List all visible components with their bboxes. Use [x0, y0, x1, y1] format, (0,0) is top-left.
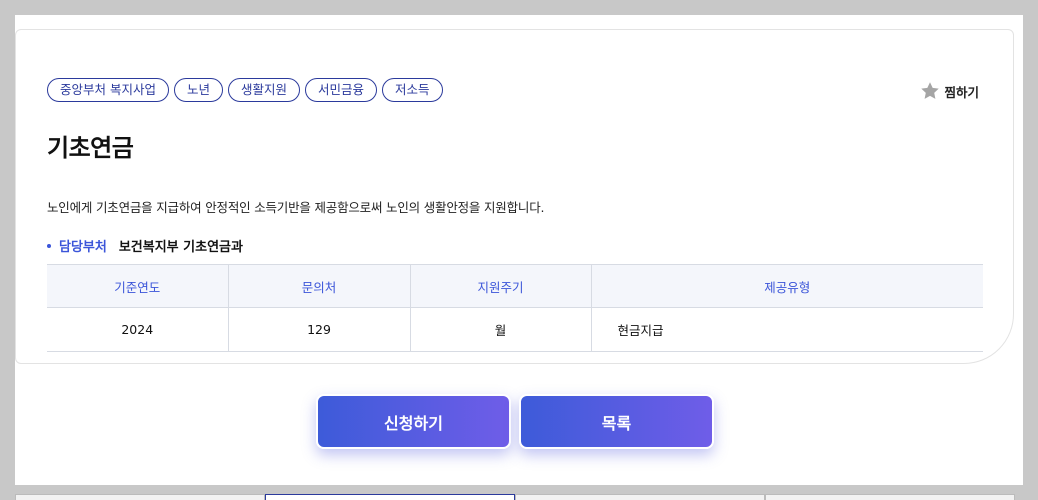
- info-table: 기준연도 문의처 지원주기 제공유형 2024 129 월 현금지급: [47, 264, 983, 352]
- cell-contact: 129: [227, 307, 410, 352]
- header-provision-type: 제공유형: [590, 264, 983, 308]
- page-container: 중앙부처 복지사업 노년 생활지원 서민금융 저소득 찜하기 기초연금 노인에게…: [15, 15, 1023, 485]
- list-button[interactable]: 목록: [519, 394, 714, 449]
- bottom-tab[interactable]: [765, 494, 1015, 500]
- bottom-tab-active[interactable]: [265, 494, 515, 500]
- department-info: 담당부처 보건복지부 기초연금과: [47, 236, 243, 255]
- header-base-year: 기준연도: [47, 264, 228, 308]
- tag-living-support[interactable]: 생활지원: [228, 78, 301, 102]
- tag-list: 중앙부처 복지사업 노년 생활지원 서민금융 저소득: [47, 78, 443, 102]
- service-description: 노인에게 기초연금을 지급하여 안정적인 소득기반을 제공함으로써 노인의 생활…: [47, 200, 545, 215]
- table-row: 2024 129 월 현금지급: [47, 307, 983, 352]
- bottom-tab[interactable]: [15, 494, 265, 500]
- bottom-tab-strip: [15, 494, 1015, 500]
- header-support-cycle: 지원주기: [409, 264, 591, 308]
- action-buttons: 신청하기 목록: [316, 394, 714, 449]
- tag-central-welfare[interactable]: 중앙부처 복지사업: [47, 78, 169, 102]
- favorite-button[interactable]: 찜하기: [919, 80, 979, 102]
- bullet-icon: [47, 243, 51, 248]
- department-value: 보건복지부 기초연금과: [118, 240, 243, 255]
- star-icon: [921, 82, 940, 99]
- cell-support-cycle: 월: [409, 307, 591, 352]
- favorite-label: 찜하기: [944, 84, 979, 100]
- department-label: 담당부처: [59, 240, 107, 255]
- apply-button[interactable]: 신청하기: [316, 394, 511, 449]
- cell-base-year: 2024: [47, 307, 228, 352]
- cell-provision-type: 현금지급: [590, 307, 983, 352]
- header-contact: 문의처: [227, 264, 410, 308]
- table-header-row: 기준연도 문의처 지원주기 제공유형: [47, 264, 983, 308]
- tag-elderly[interactable]: 노년: [173, 78, 223, 102]
- page-title: 기초연금: [47, 134, 134, 162]
- service-card: 중앙부처 복지사업 노년 생활지원 서민금융 저소득 찜하기 기초연금 노인에게…: [15, 29, 1014, 364]
- tag-finance[interactable]: 서민금융: [305, 78, 378, 102]
- tag-low-income[interactable]: 저소득: [382, 78, 443, 102]
- bottom-tab[interactable]: [515, 494, 765, 500]
